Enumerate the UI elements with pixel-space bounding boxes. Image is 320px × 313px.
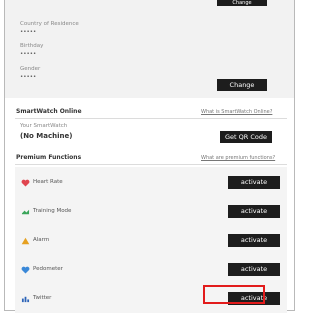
country-value: ••••• bbox=[20, 29, 37, 35]
change-top-label: Change bbox=[232, 0, 252, 6]
alarm-icon bbox=[21, 237, 30, 245]
gender-value: ••••• bbox=[20, 74, 37, 80]
premium-link[interactable]: What are premium functions? bbox=[201, 155, 275, 161]
activate-training-mode-button[interactable]: activate bbox=[228, 205, 280, 218]
premium-item-pedometer: Pedometer activate bbox=[15, 254, 287, 284]
training-icon bbox=[21, 209, 30, 215]
premium-item-label: Pedometer bbox=[33, 266, 63, 272]
premium-item-label: Training Mode bbox=[33, 208, 72, 214]
change-button[interactable]: Change bbox=[217, 79, 267, 91]
pedometer-icon bbox=[21, 266, 30, 274]
twitter-icon bbox=[21, 296, 30, 303]
smartwatch-link[interactable]: What is SmartWatch Online? bbox=[201, 109, 272, 115]
activate-label: activate bbox=[240, 207, 268, 215]
settings-panel: Change Country of Residence ••••• Birthd… bbox=[4, 0, 295, 313]
activate-heart-rate-button[interactable]: activate bbox=[228, 176, 280, 189]
smartwatch-title: SmartWatch Online bbox=[16, 108, 82, 115]
heart-icon bbox=[21, 179, 30, 187]
premium-item-heart-rate: Heart Rate activate bbox=[15, 167, 287, 197]
premium-item-label: Heart Rate bbox=[33, 179, 63, 185]
premium-item-alarm: Alarm activate bbox=[15, 225, 287, 255]
activate-pedometer-button[interactable]: activate bbox=[228, 263, 280, 276]
your-smartwatch-label: Your SmartWatch bbox=[20, 123, 68, 129]
activate-label: activate bbox=[240, 236, 268, 244]
get-qr-code-button[interactable]: Get QR Code bbox=[220, 131, 272, 143]
activate-alarm-button[interactable]: activate bbox=[228, 234, 280, 247]
divider bbox=[15, 118, 287, 119]
premium-item-label: Twitter bbox=[33, 295, 52, 301]
profile-section: Change Country of Residence ••••• Birthd… bbox=[5, 0, 294, 98]
birthday-label: Birthday bbox=[20, 43, 44, 49]
premium-title: Premium Functions bbox=[16, 154, 82, 161]
activate-label: activate bbox=[240, 178, 268, 186]
activate-label: activate bbox=[240, 265, 268, 273]
country-label: Country of Residence bbox=[20, 21, 79, 27]
premium-item-training-mode: Training Mode activate bbox=[15, 196, 287, 226]
change-top-button[interactable]: Change bbox=[217, 0, 267, 6]
divider bbox=[15, 164, 287, 165]
birthday-value: ••••• bbox=[20, 51, 37, 57]
highlight-box bbox=[203, 285, 265, 304]
qr-button-label: Get QR Code bbox=[225, 133, 267, 141]
machine-value: (No Machine) bbox=[20, 132, 73, 140]
premium-item-label: Alarm bbox=[33, 237, 50, 243]
change-label: Change bbox=[229, 81, 255, 89]
gender-label: Gender bbox=[20, 66, 41, 72]
